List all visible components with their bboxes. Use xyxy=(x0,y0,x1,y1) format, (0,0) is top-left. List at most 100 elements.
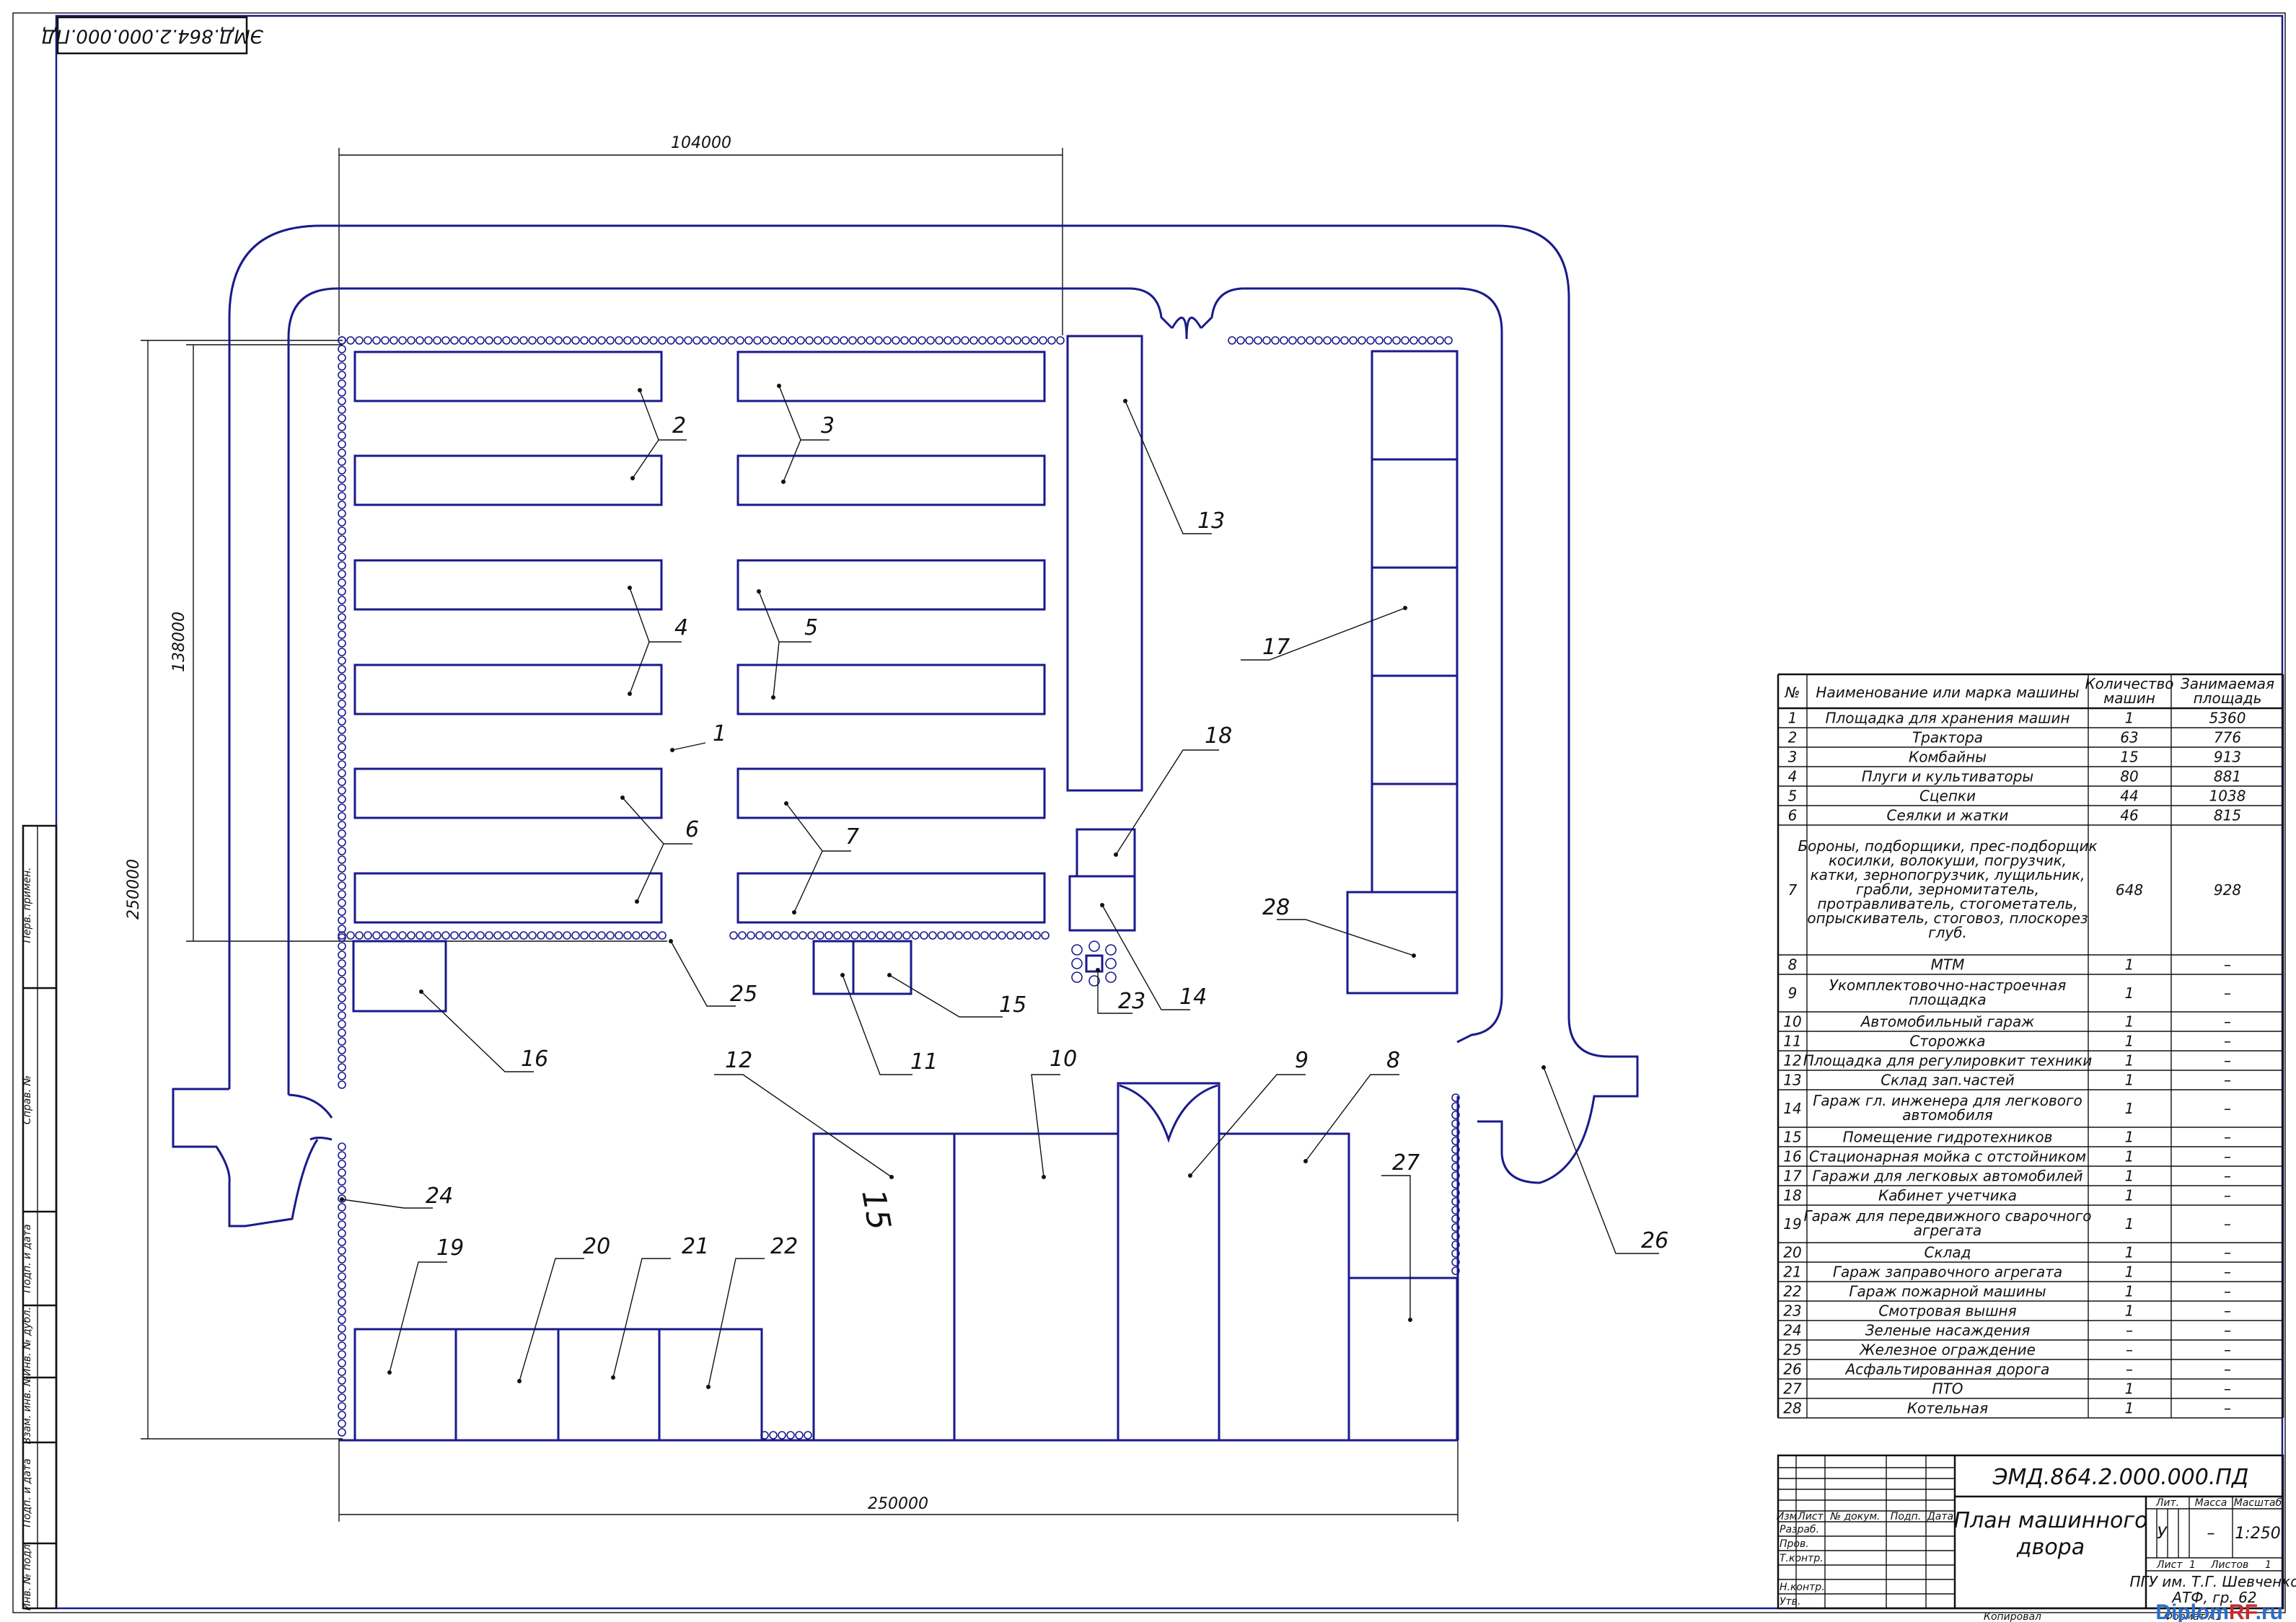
table-cell: 44 xyxy=(2120,788,2138,805)
callout-label: 3 xyxy=(821,413,835,438)
fence-post xyxy=(918,336,926,345)
table-cell: Железное ограждение xyxy=(1858,1341,2036,1359)
leader-line xyxy=(1305,1074,1399,1162)
fence-post xyxy=(338,648,346,656)
tb-mass-value: – xyxy=(2207,1525,2215,1543)
fence-post xyxy=(338,518,346,526)
table-cell: 1 xyxy=(2125,956,2134,974)
fence-post xyxy=(1418,336,1427,345)
fence-post xyxy=(822,336,831,345)
storage-row-3a xyxy=(736,351,1046,402)
fence-post xyxy=(824,931,833,940)
fence-post xyxy=(1021,336,1030,345)
fence-post xyxy=(338,1063,346,1072)
fence-post xyxy=(868,931,876,940)
tb-col-izm: Изм xyxy=(1777,1511,1798,1522)
fence-post xyxy=(1262,336,1271,345)
fence-post xyxy=(338,1142,346,1151)
table-cell: 1 xyxy=(2125,1013,2134,1031)
tb-sheet-label: Лист xyxy=(2156,1559,2183,1571)
table-cell: 14 xyxy=(1783,1100,1801,1117)
fence-post xyxy=(597,931,606,940)
building-11 xyxy=(812,940,855,995)
fence-post xyxy=(764,931,773,940)
table-cell: 1 xyxy=(2125,1244,2134,1261)
fence-post xyxy=(502,931,511,940)
fence-post xyxy=(338,708,346,717)
fence-post xyxy=(338,1186,346,1194)
fence-post xyxy=(779,336,788,345)
fence-post xyxy=(1030,336,1039,345)
tb-copied: Копировал xyxy=(1984,1611,2041,1622)
table-cell: Помещение гидротехников xyxy=(1843,1129,2053,1146)
table-cell: Сеялки и жатки xyxy=(1887,807,2009,824)
dim-bottom: 250000 xyxy=(868,1495,928,1513)
fence-post xyxy=(580,931,589,940)
fence-post xyxy=(338,942,346,951)
table-cell: 1 xyxy=(2125,1129,2134,1146)
fence-post xyxy=(805,336,814,345)
table-cell: 18 xyxy=(1783,1187,1801,1204)
fence-post xyxy=(338,535,346,544)
leader-dot xyxy=(638,388,642,392)
drawing-sheet: ЭМД.864.2.000.000.ПД Перв. примен. Справ… xyxy=(12,12,2296,1622)
fence-post xyxy=(338,570,346,578)
fence-post xyxy=(795,1431,804,1440)
callout-label: 6 xyxy=(685,817,699,842)
fence-post xyxy=(346,931,355,940)
table-cell: 1 xyxy=(2125,1052,2134,1070)
storage-row-5b xyxy=(736,664,1046,715)
fence-post xyxy=(338,561,346,570)
table-cell: – xyxy=(2224,1052,2231,1070)
leader-line xyxy=(672,742,706,751)
fence-post xyxy=(338,1385,346,1393)
leader-dot xyxy=(777,384,781,388)
fence-post xyxy=(807,931,816,940)
fence-post xyxy=(632,336,641,345)
fence-post xyxy=(338,700,346,708)
fence-post xyxy=(528,336,537,345)
table-cell: 9 xyxy=(1788,984,1798,1002)
fence-post xyxy=(338,682,346,691)
fence-post xyxy=(519,336,528,345)
tb-lit-value: У xyxy=(2157,1525,2168,1543)
fence-post xyxy=(338,449,346,457)
fence-post xyxy=(796,336,805,345)
fence-post xyxy=(338,951,346,959)
fence-post xyxy=(338,622,346,630)
table-cell: – xyxy=(2224,1129,2231,1146)
table-cell: 881 xyxy=(2214,768,2241,785)
fence-post xyxy=(1006,931,1015,940)
table-cell: – xyxy=(2126,1341,2133,1359)
fence-post xyxy=(338,1376,346,1385)
corner-stamp: ЭМД.864.2.000.000.ПД xyxy=(41,16,264,55)
side-label-4: Инв. № дубл. xyxy=(22,1307,33,1376)
table-cell: Сцепки xyxy=(1919,788,1976,805)
fence-post xyxy=(467,336,476,345)
fence-post xyxy=(511,336,519,345)
fence-post xyxy=(338,1281,346,1290)
tb-col-doc: № докум. xyxy=(1829,1511,1880,1522)
fence-post xyxy=(972,931,980,940)
dim-inner: 138000 xyxy=(170,612,188,672)
leader-dot xyxy=(781,480,786,484)
table-cell: Гараж заправочного агрегата xyxy=(1833,1264,2062,1281)
iron-fence xyxy=(338,336,1460,1440)
fence-post xyxy=(372,931,381,940)
leader-dot xyxy=(1303,1159,1308,1163)
fence-post xyxy=(338,1002,346,1011)
leader-dot xyxy=(1100,903,1104,907)
fence-post xyxy=(338,985,346,994)
tb-col-list: Лист xyxy=(1797,1511,1824,1522)
side-label-7: Инв. № подл. xyxy=(22,1541,33,1611)
fence-post xyxy=(338,734,346,743)
dim-top: 104000 xyxy=(671,134,731,152)
table-cell: – xyxy=(2224,956,2231,974)
side-label-1: Перв. примен. xyxy=(22,867,33,943)
callout-label: 16 xyxy=(521,1046,548,1072)
fence-post xyxy=(969,336,978,345)
fence-post xyxy=(338,431,346,440)
fence-post xyxy=(338,855,346,864)
fence-post xyxy=(338,656,346,665)
fence-post xyxy=(667,336,675,345)
